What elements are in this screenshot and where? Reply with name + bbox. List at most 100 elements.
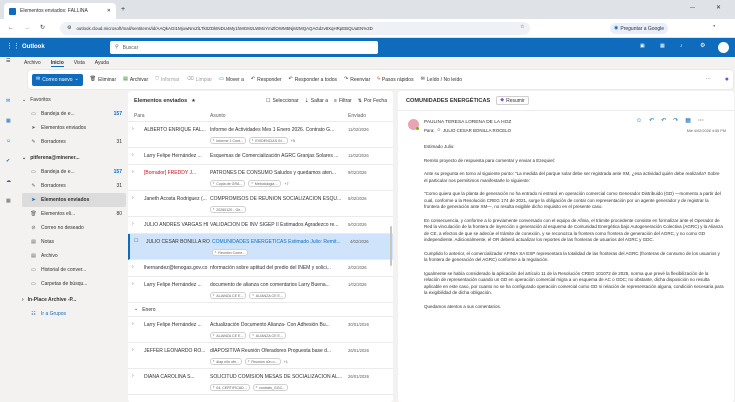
site-info-icon[interactable]: ⚙ <box>67 26 71 31</box>
attachment-chip[interactable]: ▪ Metodologia ... <box>248 180 282 187</box>
expand-chevron-icon[interactable]: › <box>132 282 134 287</box>
minimize-icon[interactable]: — <box>690 6 695 11</box>
tab-file[interactable]: Archivo <box>24 60 41 66</box>
expand-chevron-icon[interactable]: › <box>132 153 134 158</box>
attachment-chip[interactable]: ▪ ALIANZA CE E... <box>210 332 247 339</box>
reaction-icon[interactable]: ☺ <box>636 118 642 124</box>
folder-junk[interactable]: ⊘ Correo no deseado <box>22 221 126 235</box>
message-row[interactable]: › Larry Felipe Hernández ... Esquemas de C… <box>128 148 393 165</box>
more-options-icon[interactable]: ⋯ <box>698 118 704 124</box>
bookmark-star-icon[interactable]: ☆ <box>520 25 524 30</box>
folder-notes[interactable]: ▤ Notas <box>22 235 126 249</box>
calendar-icon[interactable]: ▦ <box>660 44 665 49</box>
attachment-chip[interactable]: ▪ 20260120 - Ge... <box>210 206 247 213</box>
search-box[interactable]: ⚲ Buscar <box>110 41 378 54</box>
message-row[interactable]: › Janeth Acosta Rodriguez (... COMPROMISOS… <box>128 191 393 217</box>
folder-sent[interactable]: ➤ Elementos enviados <box>22 121 126 135</box>
more-attachments[interactable]: +7 <box>284 182 288 186</box>
onedrive-app-icon[interactable]: ☁ <box>6 179 11 184</box>
star-icon[interactable]: ★ <box>191 98 195 104</box>
todo-app-icon[interactable]: ✔ <box>6 159 10 164</box>
sort-button[interactable]: ⇅ Por Fecha <box>358 98 387 104</box>
expand-chevron-icon[interactable]: › <box>132 322 134 327</box>
message-row[interactable]: › DIANA CAROLINA S... SOLICITUD COMISIÓN M… <box>128 369 393 395</box>
attachment-chip[interactable]: ▪ 04. CERTIFICAD... <box>210 384 250 391</box>
meet-now-icon[interactable]: ▣ <box>640 44 645 49</box>
archive-button[interactable]: ▤ Archivar <box>123 77 148 83</box>
column-sent[interactable]: Enviado <box>348 113 366 119</box>
reply-all-button[interactable]: ↶ Responder a todos <box>289 77 337 83</box>
attachment-chip[interactable]: ▪ contrato_GGC... <box>252 384 289 391</box>
tab-help[interactable]: Ayuda <box>95 60 109 66</box>
read-unread-button[interactable]: ✉ Leído / No leído <box>421 77 463 83</box>
folder-deleted[interactable]: 🗑︎ Elementos eli... 80 <box>22 207 126 221</box>
calendar-app-icon[interactable]: ▦ <box>6 119 11 124</box>
apps-grid-icon[interactable]: ▦ <box>685 118 691 124</box>
account-header[interactable]: ⌄ pitferena@minener... <box>22 151 126 165</box>
inplace-archive-header[interactable]: › In-Place Archive -P... <box>22 293 126 307</box>
attachment-chip[interactable]: ▪ EVIDENCIAS IN... <box>249 137 288 144</box>
column-subject[interactable]: Asunto <box>210 113 226 119</box>
search-input[interactable]: Buscar <box>123 45 139 51</box>
folder-search[interactable]: ▭ Carpetas de búsqu... <box>22 277 126 291</box>
profile-icon[interactable]: ◔ <box>712 24 716 30</box>
reply-button[interactable]: ↶ Responder <box>251 77 282 83</box>
forward-mail-icon[interactable]: ↷ <box>673 118 678 124</box>
folder-drafts-account[interactable]: ✎ Borradores 31 <box>22 179 126 193</box>
select-button[interactable]: ☐ Seleccionar <box>266 98 299 104</box>
forward-button[interactable]: ↷ Reenviar <box>344 77 370 83</box>
reload-icon[interactable]: ↻ <box>40 25 45 31</box>
browser-tab[interactable]: Elementos enviados: FALLINA ✕ <box>4 3 116 19</box>
tab-view[interactable]: Vista <box>74 60 85 66</box>
message-row[interactable]: › lhernandez@tenogas.gov.co nformación sob… <box>128 260 393 277</box>
copilot-icon[interactable]: ● <box>725 76 729 83</box>
more-attachments[interactable]: +1 <box>284 360 288 364</box>
attachment-chip[interactable]: ▪ Reunión Come... <box>212 249 249 256</box>
message-row[interactable]: ☐ JULIO CESAR BONILLA ROD...COMUNIDADES E… <box>128 234 393 260</box>
more-options-icon[interactable]: ⋯ <box>706 77 711 82</box>
report-button[interactable]: ⛉ Informar <box>155 77 179 83</box>
attachment-chip[interactable]: ▪ Reunion c0n o... <box>245 358 281 365</box>
attachment-chip[interactable]: ▪ diap n0n ofe... <box>210 358 243 365</box>
account-avatar[interactable] <box>718 42 729 53</box>
groups-link[interactable]: ☷ Ir a Grupos <box>22 307 126 321</box>
reply-icon[interactable]: ↶ <box>649 118 654 124</box>
message-row[interactable]: › ALBERTO ENRIQUE FAL... Informe de Activi… <box>128 122 393 148</box>
chevron-down-icon[interactable]: ⌄ <box>75 77 79 82</box>
group-header[interactable]: ⌄ Enero <box>128 303 393 317</box>
close-window-icon[interactable]: ✕ <box>716 5 721 11</box>
app-launcher-icon[interactable]: ⋮⋮ <box>6 43 20 50</box>
favorites-header[interactable]: ⌄ Favoritos <box>22 93 126 107</box>
more-attachments[interactable]: +5 <box>291 139 295 143</box>
translate-button[interactable]: ◉ Preguntar a Google <box>610 23 669 34</box>
jump-to-button[interactable]: ⇣ Saltar a <box>305 98 328 104</box>
summarize-button[interactable]: ◆ Resumir <box>496 96 529 105</box>
message-row[interactable]: › Larry Felipe Hernández ... Actualización… <box>128 317 393 343</box>
list-scrollbar[interactable] <box>390 226 392 266</box>
folder-sent-account[interactable]: ➤ Elementos enviados <box>22 193 126 207</box>
checkbox[interactable]: ☐ <box>134 239 138 244</box>
message-row[interactable]: › Larry Felipe Hernández ... documento de … <box>128 277 393 303</box>
recipient-name[interactable]: JULIO CESAR BONILLA ROCELO <box>443 128 511 133</box>
new-mail-button[interactable]: ✉ Correo nuevo ⌄ <box>32 73 83 86</box>
message-row[interactable]: › JEFFER LEONARDO RO... dIAPOSITIVA Reunió… <box>128 343 393 369</box>
quick-steps-button[interactable]: ϟ Pasos rápidos <box>377 77 413 83</box>
attachment-chip[interactable]: ▪ Informe 1 Cont... <box>210 137 247 144</box>
sweep-button[interactable]: ⌫ Limpiar <box>187 77 212 83</box>
tab-home[interactable]: Inicio <box>50 60 64 67</box>
expand-chevron-icon[interactable]: › <box>132 265 134 270</box>
attachment-chip[interactable]: ▪ ALIANZA CE E... <box>210 292 247 299</box>
column-to[interactable]: Para <box>134 113 145 119</box>
mail-app-icon[interactable]: ✉ <box>6 99 10 104</box>
settings-icon[interactable]: ⚙ <box>700 43 705 49</box>
folder-archive[interactable]: ▤ Archivo <box>22 249 126 263</box>
move-button[interactable]: ▭ Mover a <box>219 77 244 83</box>
delete-button[interactable]: 🗑︎ Eliminar <box>90 77 116 83</box>
message-row[interactable]: › JULIO ANDRES VARGAS HE... VALIDACIÓN DE … <box>128 217 393 234</box>
app-name[interactable]: Outlook <box>22 44 45 50</box>
collapse-pane-icon[interactable]: ☰ <box>6 59 10 64</box>
expand-chevron-icon[interactable]: › <box>132 222 134 227</box>
message-row[interactable]: › [Borrador] FREDDY J... PATRONES DE CONSU… <box>128 165 393 191</box>
folder-history[interactable]: ▭ Historial de conver... <box>22 263 126 277</box>
sender-name[interactable]: PAULINA TERESA LORENA DE LA HOZ <box>424 120 511 125</box>
